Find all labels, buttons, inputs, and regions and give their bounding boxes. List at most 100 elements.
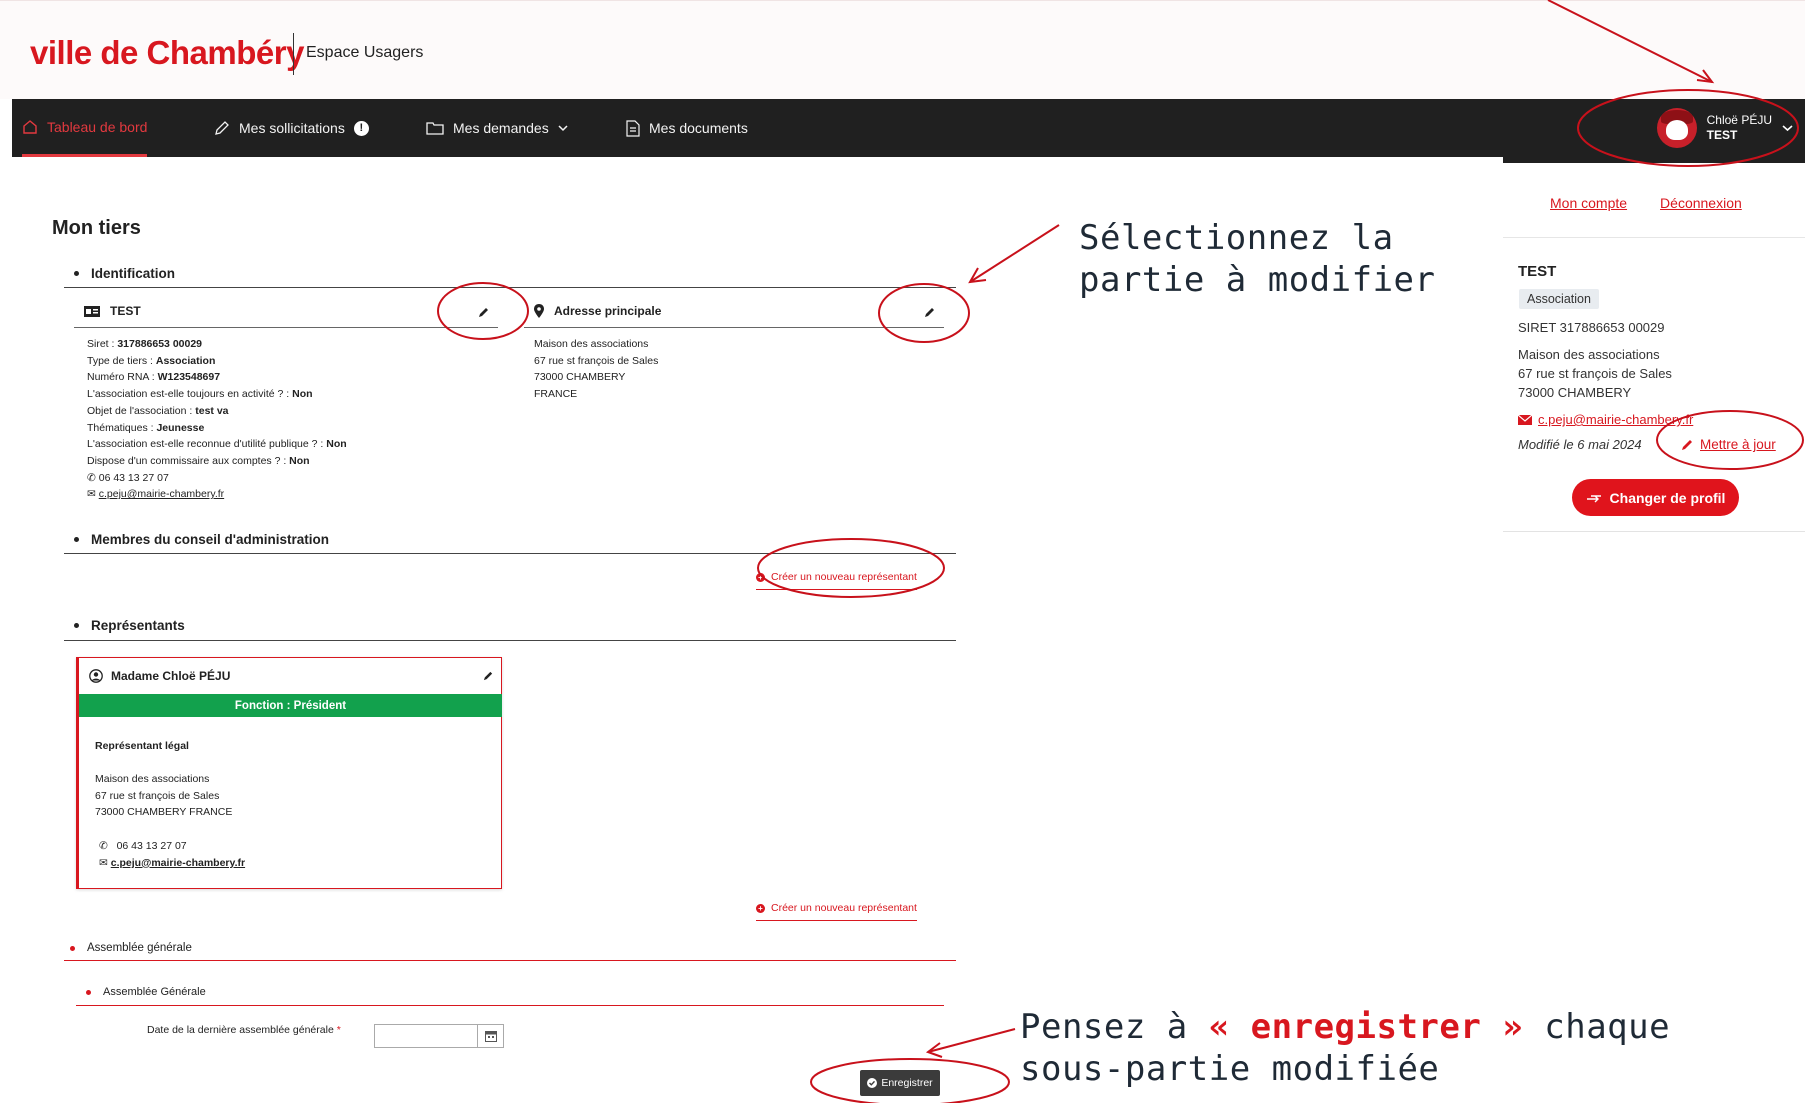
user-profile-name: TEST (1706, 128, 1738, 142)
address-line: 73000 CHAMBERY (534, 371, 626, 384)
map-pin-icon (534, 304, 544, 318)
switch-profile-button[interactable]: Changer de profil (1572, 479, 1739, 516)
phone-value: 06 43 13 27 07 (98, 471, 169, 484)
tiers-card-title: TEST (84, 304, 141, 318)
site-logo[interactable]: ville de Chambéry (30, 34, 304, 72)
user-display-name: Chloë PÉJU (1706, 113, 1772, 127)
annotation-line: Pensez à « enregistrer » chaque (1020, 1007, 1671, 1047)
representative-name-text: Madame Chloë PÉJU (111, 669, 231, 683)
email-row[interactable]: ✉ c.peju@mairie-chambery.fr (99, 855, 245, 872)
section-heading: Identification (91, 266, 175, 281)
check-circle-icon (867, 1078, 878, 1088)
section-heading: Représentants (91, 618, 185, 633)
assembly-date-input[interactable] (374, 1024, 504, 1048)
calendar-icon (484, 1031, 497, 1042)
detail-row: L'association est-elle reconnue d'utilit… (87, 438, 347, 451)
representative-address: Maison des associations 67 rue st franço… (95, 771, 232, 821)
detail-row: Dispose d'un commissaire aux comptes ? :… (87, 454, 310, 467)
address-line: 67 rue st françois de Sales (95, 789, 220, 802)
address-title: Adresse principale (554, 304, 662, 318)
update-profile-link[interactable]: Mettre à jour (1681, 437, 1776, 452)
create-board-member-link[interactable]: + Créer un nouveau représentant (756, 571, 917, 590)
detail-row: Thématiques : Jeunesse (87, 421, 205, 434)
edit-representative-icon[interactable] (483, 670, 494, 681)
section-assembly: Assemblée générale (70, 942, 192, 954)
notification-badge: ! (353, 120, 369, 136)
phone-value: 06 43 13 27 07 (116, 840, 187, 852)
representative-card: Madame Chloë PÉJU Fonction : Président R… (76, 657, 502, 889)
nav-item-documents[interactable]: Mes documents (626, 99, 748, 157)
user-menu[interactable]: Chloë PÉJU TEST (1656, 105, 1793, 151)
update-link-label: Mettre à jour (1700, 437, 1776, 452)
representative-contact: ✆ 06 43 13 27 07 ✉ c.peju@mairie-chamber… (99, 838, 245, 871)
account-links: Mon compte Déconnexion (1550, 195, 1742, 211)
function-band: Fonction : Président (79, 694, 502, 717)
id-card-icon (84, 305, 100, 317)
phone-row: ✆ 06 43 13 27 07 (99, 838, 245, 855)
profile-email[interactable]: c.peju@mairie-chambery.fr (1518, 412, 1693, 427)
section-rule (64, 640, 956, 641)
edit-address-icon[interactable] (924, 306, 936, 318)
email-value[interactable]: c.peju@mairie-chambery.fr (111, 857, 245, 869)
card-rule (74, 327, 498, 328)
tiers-name: TEST (110, 304, 141, 318)
detail-row: L'association est-elle toujours en activ… (87, 388, 313, 401)
address-line: Maison des associations (95, 773, 210, 785)
chevron-down-icon (1782, 125, 1793, 132)
address-line: 67 rue st françois de Sales (534, 354, 659, 367)
nav-item-sollicitations[interactable]: Mes sollicitations ! (213, 99, 369, 157)
calendar-button[interactable] (477, 1025, 503, 1047)
bullet (70, 945, 75, 951)
address-card-title: Adresse principale (534, 304, 661, 318)
profile-address-line: 73000 CHAMBERY (1518, 385, 1632, 400)
email-row[interactable]: ✉ c.peju@mairie-chambery.fr (87, 486, 347, 503)
site-header: ville de Chambéry Espace Usagers (0, 0, 1805, 99)
date-label-text: Date de la dernière assemblée générale (147, 1024, 334, 1036)
section-representatives: Représentants (74, 618, 185, 633)
switch-arrows-icon (1586, 494, 1601, 502)
annotation-line: partie à modifier (1079, 260, 1436, 300)
bullet (74, 271, 79, 276)
detail-row: Numéro RNA : W123548697 (87, 371, 221, 384)
profile-type-tag: Association (1519, 289, 1599, 309)
detail-row: Siret : 317886653 00029 (87, 338, 203, 350)
nav-item-label: Mes documents (649, 120, 748, 136)
pencil-icon (1682, 440, 1692, 450)
profile-address-line: 67 rue st françois de Sales (1518, 366, 1672, 381)
create-representative-link[interactable]: + Créer un nouveau représentant (756, 902, 917, 921)
envelope-icon: ✉ (99, 856, 108, 869)
tiers-details: Siret : 317886653 00029 Type de tiers : … (87, 336, 347, 503)
date-field-label: Date de la dernière assemblée générale * (147, 1024, 341, 1036)
create-link-label: Créer un nouveau représentant (771, 571, 917, 583)
save-button[interactable]: Enregistrer (860, 1070, 940, 1096)
phone-row: ✆ 06 43 13 27 07 (87, 470, 347, 487)
annotation-arrow (927, 1028, 1016, 1053)
my-account-link[interactable]: Mon compte (1550, 195, 1627, 211)
section-heading: Membres du conseil d'administration (91, 532, 330, 547)
annotation-select-part: Sélectionnez la partie à modifier (1079, 217, 1436, 301)
folder-icon (426, 122, 444, 135)
representative-name: Madame Chloë PÉJU (89, 669, 230, 683)
save-button-label: Enregistrer (881, 1077, 933, 1089)
section-rule (64, 287, 956, 288)
phone-icon: ✆ (99, 840, 108, 852)
main-nav: Tableau de bord Mes sollicitations ! Mes… (12, 99, 1805, 157)
site-subtitle: Espace Usagers (306, 44, 424, 61)
logout-link[interactable]: Déconnexion (1660, 195, 1742, 211)
annotation-save-reminder: Pensez à « enregistrer » chaque sous-par… (1020, 1006, 1670, 1090)
edit-identity-icon[interactable] (478, 306, 490, 318)
annotation-arrowhead (925, 1042, 943, 1058)
nav-item-label: Mes demandes (453, 120, 549, 136)
address-line: Maison des associations (534, 338, 649, 350)
nav-item-demandes[interactable]: Mes demandes (426, 99, 568, 157)
page-title: Mon tiers (52, 217, 141, 239)
profile-panel: Mon compte Déconnexion TEST Association … (1503, 157, 1805, 532)
avatar (1656, 108, 1697, 148)
nav-item-dashboard[interactable]: Tableau de bord (22, 99, 148, 157)
required-mark: * (336, 1024, 341, 1036)
address-line: 73000 CHAMBERY FRANCE (95, 806, 233, 819)
bullet (74, 537, 79, 542)
email-value[interactable]: c.peju@mairie-chambery.fr (99, 488, 224, 500)
create-link-label: Créer un nouveau représentant (771, 902, 917, 914)
pencil-icon (215, 120, 229, 135)
